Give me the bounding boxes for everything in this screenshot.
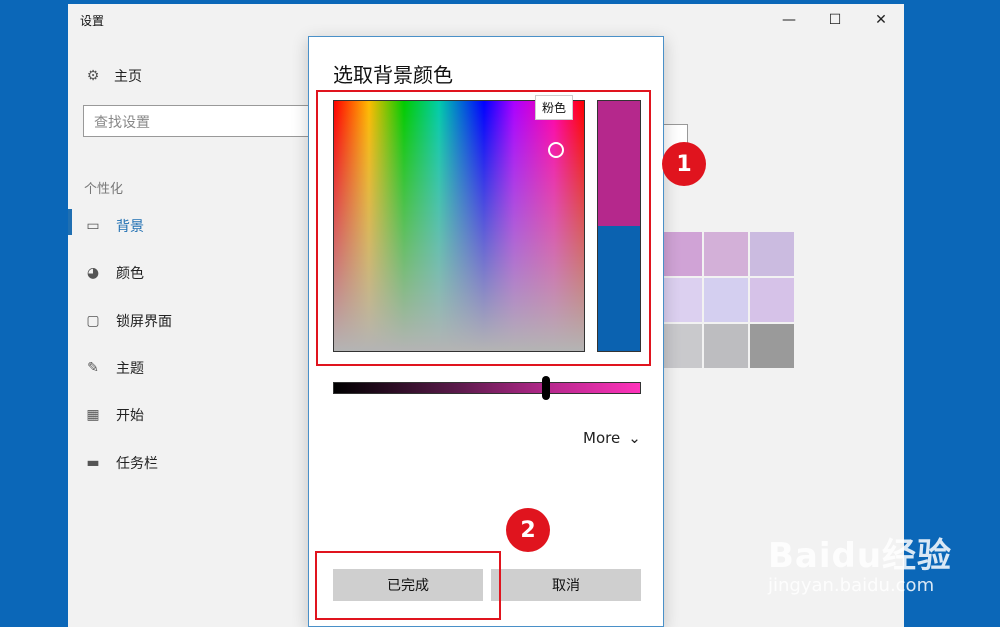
lockscreen-icon: ▢ <box>86 313 100 329</box>
annotation-box-1 <box>316 90 651 366</box>
window-controls: — ☐ ✕ <box>766 4 904 36</box>
dialog-title: 选取背景颜色 <box>333 63 453 87</box>
image-icon: ▭ <box>86 218 100 234</box>
color-swatch[interactable] <box>750 324 794 368</box>
cancel-button[interactable]: 取消 <box>491 569 641 601</box>
maximize-button[interactable]: ☐ <box>812 4 858 36</box>
sidebar-item-colors[interactable]: ◕ 颜色 <box>84 263 144 283</box>
color-swatch[interactable] <box>750 278 794 322</box>
sidebar-item-lockscreen[interactable]: ▢ 锁屏界面 <box>84 311 172 331</box>
active-indicator <box>68 209 72 235</box>
close-button[interactable]: ✕ <box>858 4 904 36</box>
taskbar-icon: ▬ <box>86 455 100 471</box>
annotation-badge-2: 2 <box>506 508 550 552</box>
sidebar-item-label: 背景 <box>116 219 144 235</box>
sidebar-item-home[interactable]: ⚙ 主页 <box>84 66 142 86</box>
palette-icon: ◕ <box>86 265 100 281</box>
baidu-watermark: Baidu经验 jingyan.baidu.com <box>768 528 952 596</box>
color-swatch[interactable] <box>658 324 702 368</box>
color-swatch[interactable] <box>658 232 702 276</box>
sidebar-item-label: 颜色 <box>116 266 144 282</box>
minimize-button[interactable]: — <box>766 4 812 36</box>
sidebar-item-label: 锁屏界面 <box>116 314 172 330</box>
sidebar-item-label: 开始 <box>116 408 144 424</box>
sidebar-item-start[interactable]: ▦ 开始 <box>84 405 144 425</box>
section-label: 个性化 <box>84 182 124 197</box>
window-title: 设置 <box>80 14 105 28</box>
chevron-down-icon: ⌄ <box>628 429 641 447</box>
sidebar-item-themes[interactable]: ✎ 主题 <box>84 358 144 378</box>
more-label: More <box>583 429 621 447</box>
sidebar-item-taskbar[interactable]: ▬ 任务栏 <box>84 453 158 473</box>
home-label: 主页 <box>114 69 142 85</box>
theme-icon: ✎ <box>87 360 99 376</box>
start-icon: ▦ <box>86 407 100 423</box>
more-toggle[interactable]: More ⌄ <box>583 429 641 447</box>
color-swatch[interactable] <box>750 232 794 276</box>
color-swatch[interactable] <box>658 278 702 322</box>
brightness-slider-track[interactable] <box>333 382 641 394</box>
color-swatch-grid <box>658 232 794 368</box>
color-swatch[interactable] <box>704 278 748 322</box>
watermark-brand: Baidu经验 <box>768 536 953 576</box>
annotation-badge-1: 1 <box>662 142 706 186</box>
sidebar-item-background[interactable]: ▭ 背景 <box>84 216 144 236</box>
annotation-box-2 <box>315 551 501 620</box>
color-swatch[interactable] <box>704 232 748 276</box>
sidebar-item-label: 主题 <box>116 361 144 377</box>
brightness-slider-thumb[interactable] <box>541 376 550 400</box>
gear-icon: ⚙ <box>86 68 100 84</box>
watermark-url: jingyan.baidu.com <box>768 575 935 596</box>
sidebar-item-label: 任务栏 <box>116 456 158 472</box>
color-swatch[interactable] <box>704 324 748 368</box>
